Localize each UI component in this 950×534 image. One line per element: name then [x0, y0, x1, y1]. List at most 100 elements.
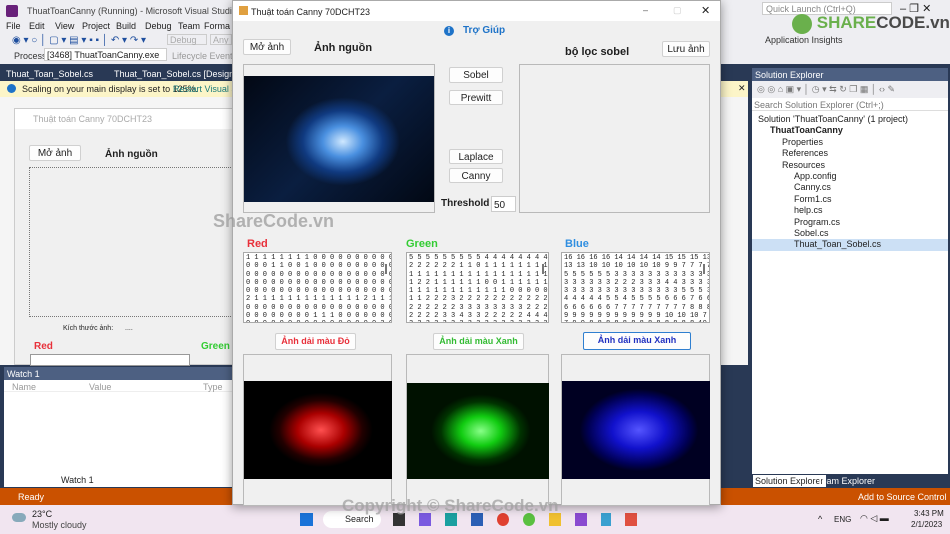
green-matrix-textbox[interactable]: 5 5 5 5 5 5 5 5 5 4 4 4 4 4 4 4 4 3 3 3 … [406, 252, 549, 323]
notepad-icon[interactable] [601, 513, 611, 526]
laplace-button[interactable]: Laplace [449, 149, 503, 164]
copyright-watermark: Copyright © ShareCode.vn [342, 496, 559, 515]
red-channel-button[interactable]: Ảnh dải màu Đỏ [275, 333, 356, 350]
green-channel-button[interactable]: Ảnh dải màu Xanh [433, 333, 524, 350]
canny-button[interactable]: Canny [449, 168, 503, 183]
tree-solution[interactable]: Solution 'ThuatToanCanny' (1 project) [752, 114, 948, 125]
config-select[interactable]: Debug [167, 34, 207, 45]
close-button[interactable]: ✕ [701, 4, 710, 17]
tree-sobel-cs[interactable]: Sobel.cs [752, 228, 948, 239]
menu-edit[interactable]: Edit [29, 21, 45, 31]
back-forward-icon[interactable]: ◉ ▾ ○ │ ▢ ▾ ▤ ▾ ▪ ▪ │ ↶ ▾ ↷ ▾ [12, 35, 146, 46]
start-icon[interactable] [300, 513, 313, 526]
col-value[interactable]: Value [89, 382, 111, 392]
close-icon[interactable]: ✕ [738, 83, 746, 94]
menu-view[interactable]: View [55, 21, 74, 31]
tab-watch1[interactable]: Watch 1 [58, 474, 97, 486]
tab-team-explorer[interactable]: Team Explorer [817, 476, 875, 486]
process-select[interactable]: [3468] ThuatToanCanny.exe [44, 48, 167, 61]
clock-date[interactable]: 2/1/2023 [911, 520, 942, 529]
matrix-row: 1 1 1 1 1 1 1 1 0 0 0 0 0 0 0 0 0 0 0 0 … [246, 254, 391, 262]
doc-tab-design[interactable]: Thuat_Toan_Sobel.cs [Design] [114, 69, 237, 79]
designer-picture-box[interactable] [29, 167, 233, 317]
menu-debug[interactable]: Debug [145, 21, 172, 31]
scrollbar[interactable] [542, 264, 544, 274]
scrollbar[interactable] [385, 264, 387, 274]
minimize-button[interactable]: ‒ [643, 5, 648, 15]
matrix-row: 1 1 1 1 1 1 1 1 1 1 1 1 1 1 1 1 1 1 0 0 … [409, 270, 548, 279]
weather-desc[interactable]: Mostly cloudy [32, 520, 87, 530]
solution-tree: Solution 'ThuatToanCanny' (1 project) Th… [752, 111, 948, 251]
blue-matrix-textbox[interactable]: 16 16 16 16 14 14 14 14 15 15 15 13 13 1… [561, 252, 710, 323]
open-image-button[interactable]: Mở ảnh [243, 39, 291, 55]
menu-format[interactable]: Forma [204, 21, 230, 31]
designer-form[interactable]: Thuật toán Canny 70DCHT23 Mở ảnh Ảnh ngu… [14, 108, 244, 366]
source-picture-box [243, 64, 435, 213]
save-image-button[interactable]: Lưu ảnh [662, 41, 710, 57]
lifecycle-events[interactable]: Lifecycle Event [172, 51, 233, 61]
tree-program-cs[interactable]: Program.cs [752, 217, 948, 228]
tab-locals[interactable]: Locals [33, 476, 59, 486]
tab-solution-explorer[interactable]: Solution Explorer [753, 475, 826, 487]
blue-picture-box [561, 354, 710, 506]
blue-channel-button[interactable]: Ảnh dải màu Xanh [583, 332, 691, 350]
matrix-row: 0 0 0 1 1 0 0 1 0 0 0 0 0 0 0 0 0 0 0 0 … [246, 262, 391, 271]
green-label: Green [406, 238, 438, 250]
tree-project[interactable]: ThuatToanCanny [752, 125, 948, 136]
designer-red-textbox[interactable] [30, 354, 190, 366]
doc-tab-code[interactable]: Thuat_Toan_Sobel.cs [6, 69, 93, 79]
solution-explorer-title: Solution Explorer [752, 68, 948, 81]
tree-thuat-toan-sobel-cs[interactable]: Thuat_Toan_Sobel.cs [752, 239, 948, 251]
clock-time[interactable]: 3:43 PM [914, 509, 944, 518]
tree-properties[interactable]: Properties [752, 137, 948, 148]
watermark-text: ShareCode.vn [213, 211, 335, 231]
designer-open-button[interactable]: Mở ảnh [29, 145, 81, 161]
visual-studio-icon[interactable] [575, 513, 587, 526]
scrollbar[interactable] [703, 264, 705, 274]
solution-explorer: Solution Explorer ◎ ◎ ⌂ ▣ ▾ │ ◷ ▾ ⇆ ↻ ❐ … [752, 68, 948, 474]
tray-chevron-icon[interactable]: ^ [818, 514, 822, 524]
menu-build[interactable]: Build [116, 21, 136, 31]
vs-menu-bar[interactable]: File Edit View Project Build Debug Team … [0, 21, 232, 33]
help-menu[interactable]: Trợ Giúp [463, 25, 505, 36]
weather-temp[interactable]: 23°C [32, 509, 52, 519]
green-image [407, 383, 549, 479]
matrix-row: 3 3 3 3 3 3 3 3 3 3 3 3 3 3 5 5 5 3 3 5 … [564, 287, 709, 296]
threshold-input[interactable]: 50 [491, 196, 516, 212]
tab-autos[interactable]: Autos [7, 476, 30, 486]
matrix-row: 1 2 2 1 1 1 1 1 1 0 0 1 1 1 1 1 1 1 1 1 … [409, 278, 548, 287]
red-matrix-textbox[interactable]: 1 1 1 1 1 1 1 1 0 0 0 0 0 0 0 0 0 0 0 0 … [243, 252, 392, 323]
language-indicator[interactable]: ENG [834, 515, 851, 524]
tree-form1-cs[interactable]: Form1.cs [752, 194, 948, 205]
menu-file[interactable]: File [6, 21, 21, 31]
app-icon[interactable] [625, 513, 637, 526]
tree-app-config[interactable]: App.config [752, 171, 948, 182]
solution-search-input[interactable]: Search Solution Explorer (Ctrl+;) [752, 98, 948, 111]
network-volume-battery-icon[interactable]: ◠ ◁ ▬ [860, 513, 889, 524]
app-insights-button[interactable]: Application Insights [765, 35, 843, 45]
app-title-bar: Thuật toán Canny 70DCHT23 ‒ ▢ ✕ [233, 1, 720, 21]
sharecode-logo: SHARECODE.vn [792, 13, 950, 34]
filtered-picture-box [519, 64, 710, 213]
designer-green-label: Green [201, 341, 230, 352]
info-icon[interactable]: i [444, 26, 454, 36]
maximize-button[interactable]: ▢ [673, 5, 682, 16]
tree-canny-cs[interactable]: Canny.cs [752, 182, 948, 193]
col-type[interactable]: Type [203, 382, 223, 392]
designer-red-label: Red [34, 341, 53, 352]
tree-references[interactable]: References [752, 148, 948, 159]
prewitt-button[interactable]: Prewitt [449, 90, 503, 105]
tree-help-cs[interactable]: help.cs [752, 205, 948, 216]
menu-project[interactable]: Project [82, 21, 110, 31]
col-name[interactable]: Name [12, 382, 36, 392]
filter-label: bộ lọc sobel [565, 46, 630, 58]
matrix-row: 3 3 3 3 3 3 2 2 2 3 3 3 4 4 3 3 3 3 3 2 … [564, 278, 709, 287]
menu-team[interactable]: Team [178, 21, 200, 31]
platform-select[interactable]: Any C [210, 34, 232, 45]
sobel-button[interactable]: Sobel [449, 67, 503, 83]
source-control-button[interactable]: Add to Source Control [858, 492, 947, 502]
matrix-row: 2 2 2 2 2 2 3 3 3 3 3 3 3 3 2 2 2 2 2 2 … [409, 303, 548, 312]
tree-resources[interactable]: Resources [752, 160, 948, 171]
designer-size-label: Kích thước ảnh: [63, 325, 114, 332]
solution-toolbar[interactable]: ◎ ◎ ⌂ ▣ ▾ │ ◷ ▾ ⇆ ↻ ❐ ▦ │ ‹› ✎ [752, 81, 948, 98]
